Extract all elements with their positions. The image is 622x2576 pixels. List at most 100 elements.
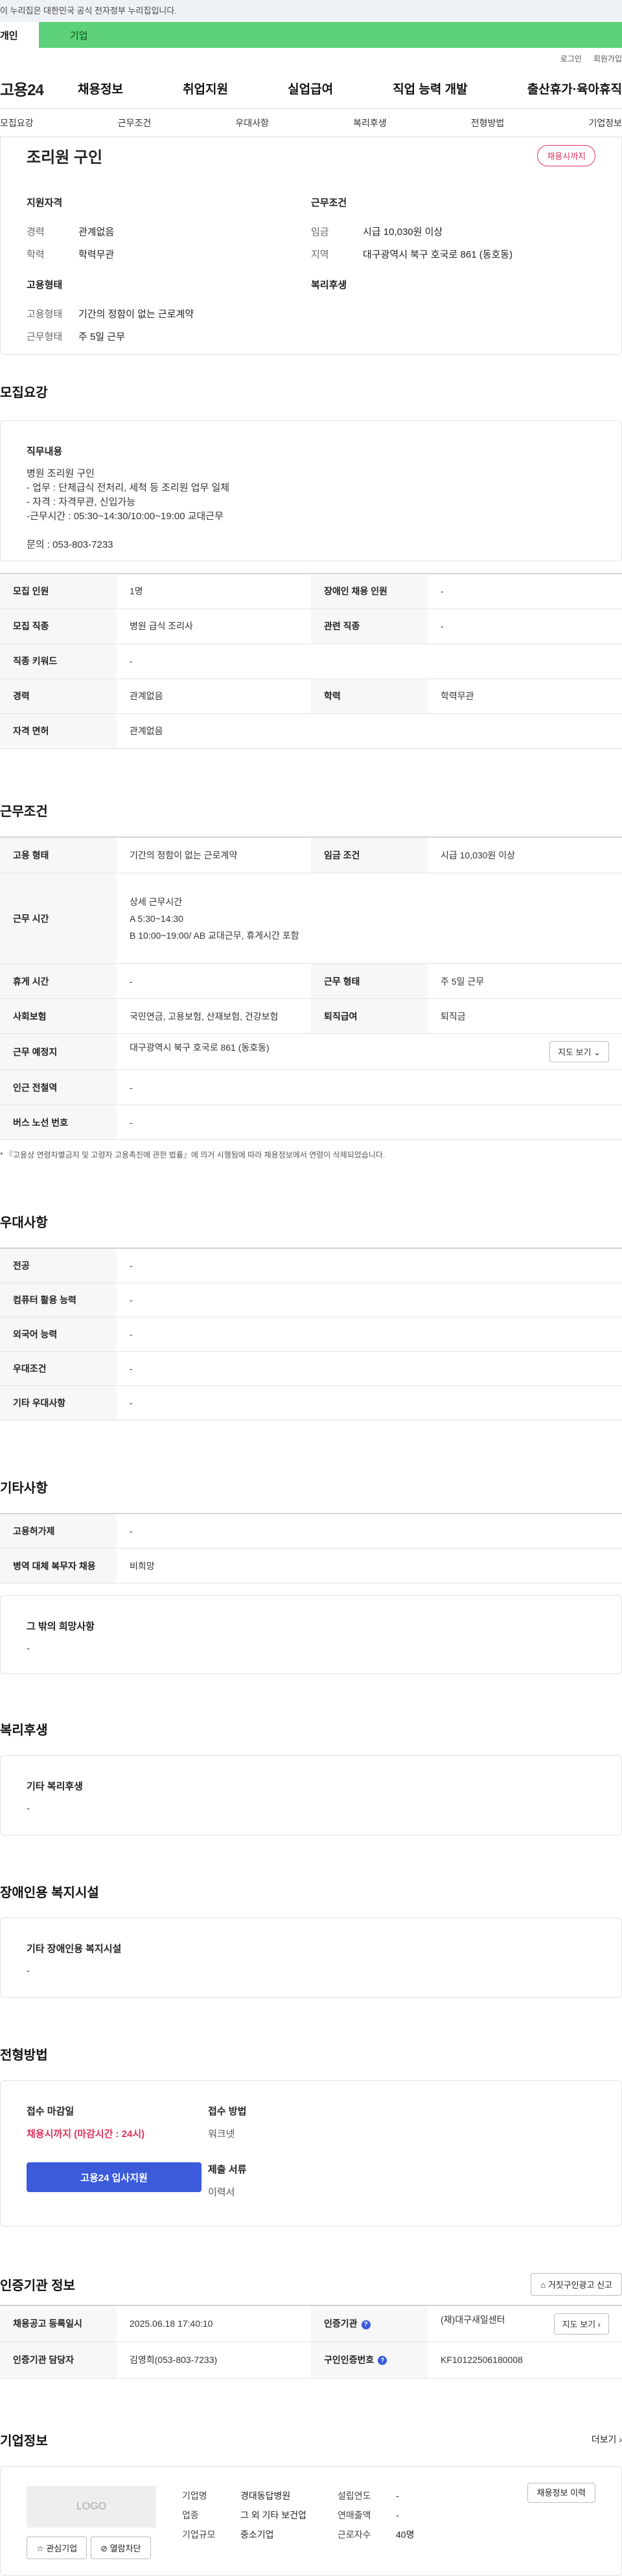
disabled-facility-box: 기타 장애인용 복지시설 - — [0, 1918, 622, 1998]
cell-label: 학력 — [311, 678, 428, 714]
employment-type-label: 고용형태 — [27, 309, 63, 320]
disabled-facility-section: 장애인용 복지시설 기타 장애인용 복지시설 - — [0, 1882, 622, 1998]
login-link[interactable]: 로그인 — [560, 53, 582, 64]
block-view-button[interactable]: ⊘ 열람차단 — [91, 2536, 151, 2559]
subnav-item-process[interactable]: 전형방법 — [471, 117, 505, 129]
table-row: 고용허가제 - — [0, 1513, 622, 1549]
company-name-value: 경대동답병원 — [240, 2490, 291, 2501]
table-row: 고용 형태 기간의 정함이 없는 근로계약 임금 조건 시급 10,030원 이… — [0, 836, 622, 873]
gnb-item-training[interactable]: 직업 능력 개발 — [393, 80, 467, 97]
help-icon[interactable]: ? — [378, 2356, 387, 2366]
block-view-label: 열람차단 — [109, 2543, 141, 2553]
tab-personal[interactable]: 개인 — [0, 22, 39, 48]
deadline-label: 접수 마감일 — [27, 2106, 75, 2117]
table-row: 근무 시간 상세 근무시간 A 5:30~14:30 B 10:00~19:00… — [0, 873, 622, 964]
cell-label: 고용 형태 — [0, 836, 117, 873]
cell-label: 휴게 시간 — [0, 963, 117, 999]
subnav-item-company[interactable]: 기업정보 — [588, 117, 622, 129]
tab-company[interactable]: 기업 — [39, 22, 622, 48]
cell-value: - — [117, 1513, 622, 1549]
report-fake-ad-button[interactable]: ⌂ 거짓구인광고 신고 — [531, 2273, 622, 2296]
documents-value: 이력서 — [208, 2187, 235, 2198]
hours-line: B 10:00~19:00/ AB 교대근무, 휴게시간 포함 — [130, 930, 299, 941]
process-section: 전형방법 접수 마감일 채용시까지 (마감시간 : 24시) 고용24 입사지원… — [0, 2044, 622, 2226]
cell-value: - — [117, 1317, 622, 1352]
gnb-item-jobs[interactable]: 채용정보 — [78, 80, 123, 97]
company-more-link[interactable]: 더보기 › — [592, 2433, 622, 2446]
duty-text: 병원 조리원 구인 - 업무 : 단체급식 전처리, 세척 등 조리원 업무 일… — [27, 468, 230, 550]
table-row: 직종 키워드 - — [0, 644, 622, 679]
industry-label: 업종 — [182, 2509, 199, 2520]
table-row: 기타 우대사항 - — [0, 1385, 622, 1420]
cell-label: 퇴직급여 — [311, 998, 428, 1034]
cell-value: 비희망 — [117, 1548, 622, 1584]
cell-label: 고용허가제 — [0, 1513, 117, 1549]
company-name-label: 기업명 — [182, 2490, 207, 2501]
prefer-section: 우대사항 전공 - 컴퓨터 활용 능력 - 외국어 능력 - 우대조건 - 기타 우대사… — [0, 1212, 622, 1420]
wage-value: 시급 10,030원 이상 — [363, 227, 443, 238]
table-row: 모집 직종 병원 급식 조리사 관련 직종 - — [0, 609, 622, 644]
global-nav: 고용24 채용정보 취업지원 실업급여 직업 능력 개발 출산휴가·육아휴직 — [0, 69, 622, 109]
chevron-right-icon: › — [597, 2319, 601, 2329]
work-type-label: 근무형태 — [27, 331, 63, 342]
cell-value: 시급 10,030원 이상 — [428, 836, 622, 873]
gnb-item-employment-support[interactable]: 취업지원 — [183, 80, 228, 97]
company-size-label: 기업규모 — [182, 2529, 216, 2540]
job-history-button[interactable]: 채용정보 이력 — [527, 2482, 595, 2503]
other-wishes-heading: 그 밖의 희망사항 — [27, 1621, 95, 1632]
region-value: 대구광역시 북구 호국로 861 (동호동) — [363, 249, 513, 260]
disabled-facility-value: - — [27, 1966, 30, 1977]
cell-value: KF10122506180008 — [428, 2342, 622, 2379]
chevron-down-icon: ⌄ — [593, 1047, 601, 1057]
subnav-item-work[interactable]: 근무조건 — [118, 117, 152, 129]
cert-table: 채용공고 등록일시 2025.06.18 17:40:10 인증기관? (재)대… — [0, 2305, 622, 2379]
signup-link[interactable]: 회원가입 — [593, 53, 622, 64]
cell-value: 기간의 정함이 없는 근로계약 — [117, 836, 311, 873]
section-title-cert: 인증기관 정보 — [0, 2279, 75, 2293]
deadline-badge: 채용시까지 — [537, 144, 595, 166]
cell-label: 외국어 능력 — [0, 1317, 117, 1352]
company-box: LOGO ☆ 관심기업 ⊘ 열람차단 기업명 경대동답병원 설립연도 - 업종 … — [0, 2465, 622, 2576]
section-title-work: 근무조건 — [0, 804, 48, 819]
cell-label: 병역 대체 복무자 채용 — [0, 1548, 117, 1584]
section-subnav: 모집요강 근무조건 우대사항 복리후생 전형방법 기업정보 — [0, 109, 622, 137]
cell-label: 기타 우대사항 — [0, 1385, 117, 1420]
industry-value: 그 외 기타 보건업 — [240, 2509, 306, 2520]
deadline-value: 채용시까지 (마감시간 : 24시) — [27, 2129, 145, 2140]
work-condition-heading: 근무조건 — [311, 197, 347, 208]
section-title-prefer: 우대사항 — [0, 1216, 48, 1230]
cell-label: 경력 — [0, 678, 117, 714]
disabled-facility-heading: 기타 장애인용 복지시설 — [27, 1943, 122, 1954]
education-value: 학력무관 — [78, 249, 115, 260]
cell-label: 사회보험 — [0, 998, 117, 1034]
cert-map-view-button[interactable]: 지도 보기 › — [553, 2313, 609, 2335]
subnav-item-recruit[interactable]: 모집요강 — [0, 117, 34, 129]
career-value: 관계없음 — [78, 227, 115, 238]
cert-org-cell: (재)대구새일센터 지도 보기 › — [428, 2305, 622, 2342]
favorite-company-label: 관심기업 — [46, 2543, 78, 2553]
cell-label: 장애인 채용 인원 — [311, 574, 428, 609]
cert-no-label-cell: 구인인증번호? — [311, 2342, 428, 2379]
cell-label: 우대조건 — [0, 1351, 117, 1386]
table-row: 자격 면허 관계없음 — [0, 713, 622, 749]
map-view-button[interactable]: 지도 보기 ⌄ — [549, 1041, 609, 1062]
subnav-item-welfare[interactable]: 복리후생 — [353, 117, 387, 129]
cell-value: - — [117, 1282, 622, 1317]
table-row: 휴게 시간 - 근무 형태 주 5일 근무 — [0, 963, 622, 999]
gnb-item-unemployment[interactable]: 실업급여 — [288, 80, 333, 97]
help-icon[interactable]: ? — [361, 2320, 371, 2329]
other-wishes-value: - — [27, 1643, 30, 1654]
cell-value: - — [117, 1104, 622, 1140]
etc-section: 기타사항 고용허가제 - 병역 대체 복무자 채용 비희망 그 밖의 희망사항 - — [0, 1477, 622, 1674]
apply-button[interactable]: 고용24 입사지원 — [27, 2162, 202, 2192]
chevron-right-icon: › — [619, 2434, 622, 2445]
work-section: 근무조건 고용 형태 기간의 정함이 없는 근로계약 임금 조건 시급 10,0… — [0, 801, 622, 1161]
cell-label: 모집 직종 — [0, 609, 117, 644]
gnb-item-leave[interactable]: 출산휴가·육아휴직 — [527, 80, 622, 97]
cell-value: 주 5일 근무 — [428, 963, 622, 999]
work-type-value: 주 5일 근무 — [78, 331, 125, 342]
favorite-company-button[interactable]: ☆ 관심기업 — [27, 2536, 87, 2559]
site-logo[interactable]: 고용24 — [0, 77, 78, 100]
table-row: 채용공고 등록일시 2025.06.18 17:40:10 인증기관? (재)대… — [0, 2305, 622, 2342]
subnav-item-prefer[interactable]: 우대사항 — [235, 117, 269, 129]
